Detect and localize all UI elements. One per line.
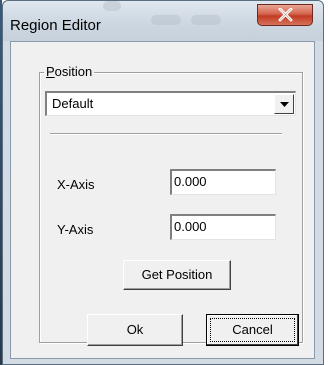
position-dropdown[interactable]: Default	[45, 91, 296, 116]
position-groupbox: Position Default X-Axis 0.000 Y-Axis 0.0…	[39, 64, 303, 346]
region-editor-window: Region Editor Position Default X-Axis 0.…	[2, 0, 324, 365]
position-selected-value: Default	[52, 96, 94, 111]
close-icon	[278, 8, 293, 22]
x-axis-input[interactable]: 0.000	[170, 169, 276, 195]
y-axis-input[interactable]: 0.000	[170, 214, 276, 240]
position-label-text: osition	[54, 64, 93, 79]
titlebar-glare	[151, 15, 181, 25]
titlebar-glare	[103, 1, 121, 11]
chevron-down-icon	[280, 102, 289, 107]
cancel-button[interactable]: Cancel	[206, 314, 299, 346]
ok-button[interactable]: Ok	[87, 314, 183, 346]
focus-rectangle	[210, 318, 295, 342]
position-label-mnemonic: P	[46, 64, 55, 79]
title-bar[interactable]: Region Editor	[3, 1, 323, 41]
get-position-button[interactable]: Get Position	[123, 260, 231, 290]
titlebar-glare	[191, 15, 221, 25]
close-button[interactable]	[257, 4, 313, 26]
x-axis-label: X-Axis	[57, 177, 95, 192]
group-divider	[50, 133, 282, 135]
position-group-label: Position	[44, 64, 95, 79]
dropdown-arrow-button[interactable]	[274, 94, 294, 114]
dialog-client-area: Position Default X-Axis 0.000 Y-Axis 0.0…	[10, 41, 315, 359]
window-title: Region Editor	[10, 17, 101, 34]
y-axis-label: Y-Axis	[57, 222, 94, 237]
